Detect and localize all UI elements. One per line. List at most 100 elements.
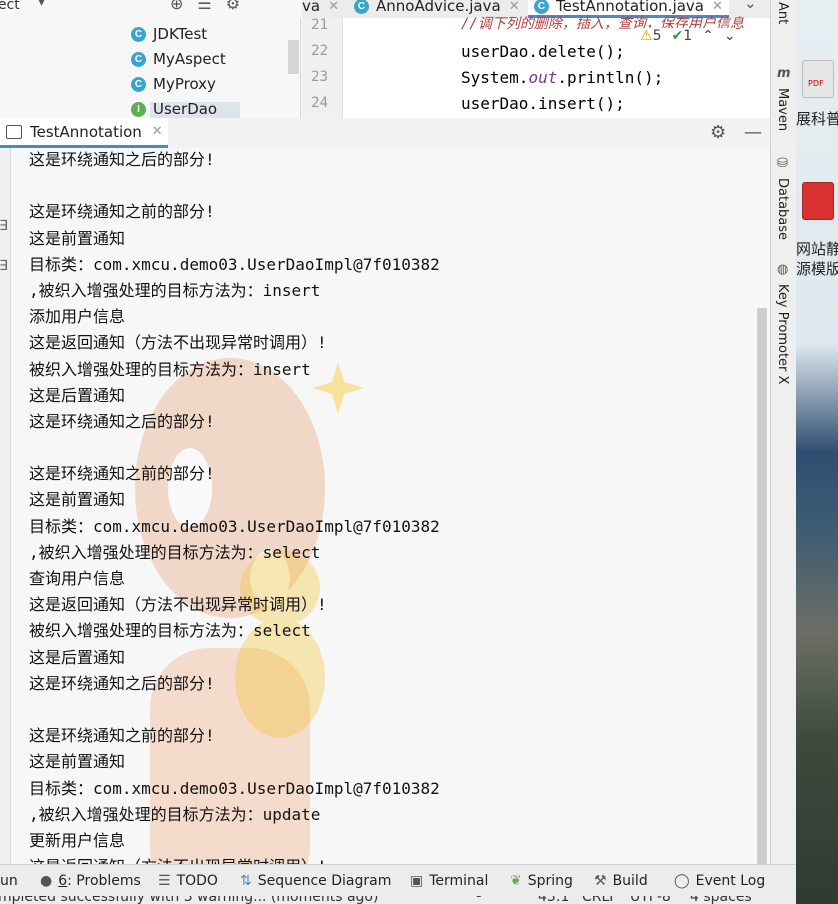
console-gutter: ∃ ∃ (0, 148, 11, 864)
pdf-file-icon[interactable]: PDF (802, 60, 834, 98)
tab-prev-java[interactable]: va ✕ (302, 0, 339, 16)
console-line: 目标类：com.xmcu.demo03.UserDaoImpl@7f010382 (29, 254, 440, 274)
console-line: ,被织入增强处理的目标方法为：select (29, 542, 321, 562)
tab-label: va (302, 0, 321, 15)
tab-spring[interactable]: ❦ Spring (510, 873, 573, 889)
console-line: 目标类：com.xmcu.demo03.UserDaoImpl@7f010382 (29, 516, 440, 536)
console-line: 这是前置通知 (29, 752, 126, 772)
line-number: 23 (311, 69, 328, 85)
console-line: 这是环绕通知之后的部分! (29, 411, 215, 431)
tree-scrollbar[interactable] (288, 40, 299, 74)
check-icon: ✔ (671, 28, 684, 44)
tab-build[interactable]: ⚒ Build (594, 873, 648, 889)
tool-window-maven[interactable]: Maven (775, 88, 790, 131)
warning-count[interactable]: ⚠5 (640, 28, 661, 44)
file-encoding[interactable]: UTF-8 (630, 896, 671, 904)
interface-icon: I (131, 101, 146, 117)
console-line: ,被织入增强处理的目标方法为：update (29, 804, 321, 824)
code-line: userDao.delete(); (461, 42, 625, 61)
warning-icon: ⚠ (640, 28, 653, 44)
tab-problems[interactable]: ● 6: Problems (40, 873, 141, 889)
database-icon: ⛁ (777, 156, 788, 171)
check-count[interactable]: ✔1 (671, 28, 692, 44)
maven-icon: m (777, 66, 791, 81)
status-message[interactable]: mpleted successfully with 3 warning... (… (0, 896, 378, 904)
tool-window-ant[interactable]: Ant (775, 2, 790, 24)
console-line: ,被织入增强处理的目标方法为：insert (29, 280, 321, 300)
line-gutter: 21 22 23 24 (302, 17, 343, 118)
console-line: 这是返回通知（方法不出现异常时调用）! (29, 333, 327, 353)
inspection-widget[interactable]: ⚠5 ✔1 ⌃ ⌄ (640, 28, 736, 44)
tree-item-jdktest[interactable]: C JDKTest (131, 23, 207, 45)
gear-icon[interactable]: ⚙ (710, 122, 726, 143)
tree-item-userdao[interactable]: I UserDao (131, 98, 217, 118)
hammer-icon: ⚒ (594, 873, 607, 889)
caret-position[interactable]: 43:1 (538, 896, 569, 904)
pdf-file-icon[interactable] (802, 182, 834, 220)
next-highlight-icon[interactable]: ⌄ (724, 28, 736, 44)
chevron-down-icon[interactable]: ▾ (38, 0, 45, 10)
event-log-icon: ◯ (674, 873, 690, 889)
tab-sequence-diagram[interactable]: ⇅ Sequence Diagram (240, 873, 391, 889)
console-line: 这是环绕通知之后的部分! (29, 673, 215, 693)
desktop-icon-label[interactable]: 源模版 (796, 258, 838, 279)
tree-item-myaspect[interactable]: C MyAspect (131, 48, 226, 70)
tool-window-key-promoter[interactable]: Key Promoter X (775, 284, 790, 384)
run-tab-testannotation[interactable]: TestAnnotation ✕ (0, 118, 168, 148)
console-scrollbar[interactable] (757, 308, 767, 864)
class-icon: C (131, 76, 146, 92)
console-output[interactable]: ∃ ∃ 这是环绕通知之后的部分! 这是环绕通知之前的部分! 这是前置通知 目标类：co… (0, 148, 770, 864)
target-icon[interactable]: ⊕ (170, 0, 197, 13)
console-lines: 这是环绕通知之后的部分! 这是环绕通知之前的部分! 这是前置通知 目标类：com.xm… (29, 148, 440, 864)
tool-window-database[interactable]: Database (775, 178, 790, 240)
console-line: 查询用户信息 (29, 569, 126, 588)
console-line: 被织入增强处理的目标方法为：select (29, 621, 311, 641)
code-editor[interactable]: 21 22 23 24 //调下列的删除，插入，查询，保存用户信息 userDa… (302, 16, 770, 118)
code-line: userDao.insert(); (461, 94, 625, 113)
console-line: 这是后置通知 (29, 385, 126, 405)
tab-list-chevron-icon[interactable]: ⌄ (744, 0, 757, 12)
close-icon[interactable]: ✕ (152, 124, 163, 139)
problems-icon: ● (40, 873, 53, 889)
console-line: 这是后置通知 (29, 647, 126, 667)
close-icon[interactable]: ✕ (328, 0, 339, 14)
collapse-icon[interactable]: ☰ (197, 0, 225, 13)
tab-run[interactable]: un (0, 873, 18, 889)
code-field: out (528, 68, 558, 87)
indent-setting[interactable]: 4 spaces (690, 896, 752, 904)
right-tool-strip: Ant m Maven ⛁ Database ◍ Key Promoter X (770, 0, 797, 864)
desktop-icon-label[interactable]: 展科普 (796, 108, 838, 129)
project-title[interactable]: ject (0, 0, 20, 13)
top-area: ject ▾ ⊕☰⚙ C JDKTest C MyAspect C MyProx… (0, 0, 770, 119)
line-number: 24 (311, 95, 328, 111)
desktop-icon-label[interactable]: 网站静 (796, 238, 838, 259)
gutter-mark-icon: ∃ (0, 218, 8, 234)
tab-todo[interactable]: ☰ TODO (158, 873, 218, 889)
run-tab-label: TestAnnotation (30, 122, 142, 141)
console-line: 目标类：com.xmcu.demo03.UserDaoImpl@7f010382 (29, 778, 440, 798)
tree-item-label: MyAspect (153, 50, 226, 68)
line-separator[interactable]: CRLF (582, 896, 617, 904)
console-line: 这是前置通知 (29, 228, 126, 248)
tree-item-myproxy[interactable]: C MyProxy (131, 73, 216, 95)
tab-event-log[interactable]: ◯ Event Log (674, 873, 765, 889)
close-icon[interactable]: ✕ (509, 0, 520, 14)
run-config-icon (6, 124, 22, 139)
minimize-icon[interactable]: — (744, 122, 762, 143)
close-icon[interactable]: ✕ (712, 0, 723, 14)
line-number: 22 (311, 43, 328, 59)
tab-terminal[interactable]: ▣ Terminal (410, 873, 488, 889)
console-line: 添加用户信息 (29, 307, 126, 327)
status-bar: mpleted successfully with 3 warning... (… (0, 896, 796, 904)
bottom-tool-bar: un ● 6: Problems ☰ TODO ⇅ Sequence Diagr… (0, 864, 796, 897)
tree-item-label: JDKTest (153, 25, 208, 43)
sequence-diagram-icon: ⇅ (240, 873, 252, 889)
key-promoter-icon: ◍ (777, 262, 789, 277)
console-line: 这是环绕通知之后的部分! (29, 150, 215, 169)
todo-list-icon: ☰ (158, 873, 171, 889)
gear-icon[interactable]: ⚙ (226, 0, 254, 13)
previous-highlight-icon[interactable]: ⌃ (702, 28, 714, 44)
console-line: 被织入增强处理的目标方法为：insert (29, 359, 311, 379)
tree-item-label: UserDao (153, 100, 218, 118)
